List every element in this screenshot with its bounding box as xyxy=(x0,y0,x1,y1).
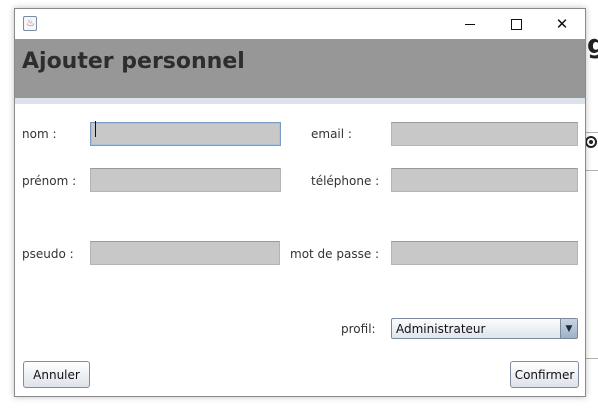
profil-label: profil: xyxy=(341,322,376,336)
eye-icon xyxy=(585,136,597,148)
password-input[interactable] xyxy=(391,241,578,265)
cancel-button[interactable]: Annuler xyxy=(23,361,90,388)
title-bar[interactable]: ♨ ✕ xyxy=(15,9,585,39)
nom-input[interactable] xyxy=(90,122,281,146)
add-staff-dialog: ♨ ✕ Ajouter personnel nom : email : prén… xyxy=(14,8,586,397)
prenom-input[interactable] xyxy=(90,168,281,192)
java-cup-icon: ♨ xyxy=(23,16,37,31)
email-label: email : xyxy=(311,127,352,141)
close-icon: ✕ xyxy=(555,14,569,33)
chevron-down-icon[interactable]: ▼ xyxy=(560,319,577,338)
close-button[interactable]: ✕ xyxy=(539,9,585,39)
nom-label: nom : xyxy=(22,127,57,141)
background-heading-fragment: g xyxy=(587,30,598,60)
background-divider xyxy=(586,132,598,133)
minimize-button[interactable] xyxy=(447,9,493,39)
page-title: Ajouter personnel xyxy=(22,49,245,74)
header-divider xyxy=(15,98,585,104)
pseudo-label: pseudo : xyxy=(22,247,74,261)
maximize-button[interactable] xyxy=(493,9,539,39)
dialog-header: Ajouter personnel xyxy=(15,39,585,98)
password-label: mot de passe : xyxy=(290,247,380,261)
minimize-icon xyxy=(465,23,475,25)
text-caret xyxy=(95,121,96,137)
background-divider xyxy=(586,170,598,171)
maximize-icon xyxy=(510,18,522,30)
telephone-label: téléphone : xyxy=(311,174,380,188)
background-app xyxy=(586,0,598,409)
email-input[interactable] xyxy=(391,122,578,146)
confirm-button[interactable]: Confirmer xyxy=(510,361,579,388)
background-divider xyxy=(586,358,598,359)
profil-selected-value: Administrateur xyxy=(396,322,486,336)
prenom-label: prénom : xyxy=(22,174,77,188)
telephone-input[interactable] xyxy=(391,168,578,192)
pseudo-input[interactable] xyxy=(90,241,280,265)
profil-select[interactable]: Administrateur ▼ xyxy=(391,318,578,339)
